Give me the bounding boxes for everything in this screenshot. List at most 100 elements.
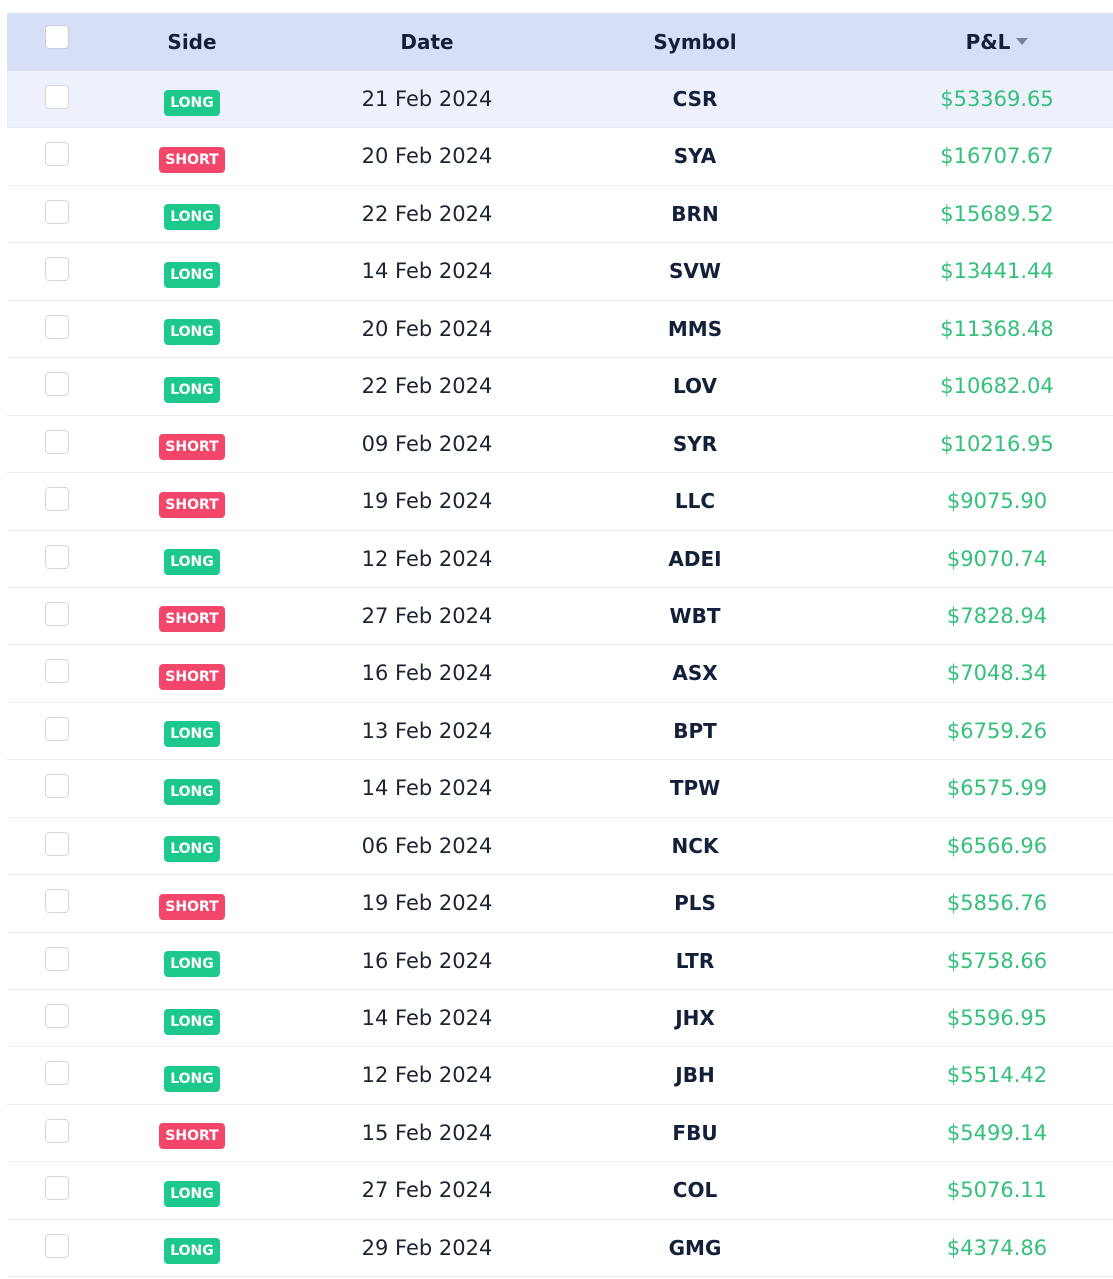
row-checkbox[interactable] bbox=[45, 85, 69, 109]
pnl-cell: $6566.96 bbox=[946, 833, 1048, 858]
table-row[interactable]: LONG 20 Feb 2024 MMS $11368.48 bbox=[7, 301, 1113, 359]
date-cell: 19 Feb 2024 bbox=[361, 489, 493, 514]
side-badge: LONG bbox=[164, 89, 220, 116]
table-row[interactable]: LONG 16 Feb 2024 LTR $5758.66 bbox=[7, 933, 1113, 990]
side-badge: LONG bbox=[164, 204, 220, 231]
date-cell: 09 Feb 2024 bbox=[361, 431, 493, 456]
column-header-pnl[interactable]: P&L bbox=[927, 13, 1067, 71]
pnl-cell: $7828.94 bbox=[946, 603, 1048, 628]
table-row[interactable]: LONG 14 Feb 2024 JHX $5596.95 bbox=[7, 990, 1113, 1048]
side-badge: LONG bbox=[164, 261, 220, 288]
side-cell: LONG bbox=[142, 71, 242, 128]
date-cell: 12 Feb 2024 bbox=[361, 1063, 493, 1088]
column-header-side[interactable]: Side bbox=[142, 13, 242, 71]
pnl-cell: $16707.67 bbox=[940, 144, 1054, 169]
date-cell: 20 Feb 2024 bbox=[361, 316, 493, 341]
symbol-cell: WBT bbox=[669, 603, 721, 628]
pnl-cell: $4374.86 bbox=[946, 1235, 1048, 1260]
symbol-cell: JBH bbox=[675, 1063, 715, 1088]
side-cell: LONG bbox=[142, 1220, 242, 1277]
symbol-cell: NCK bbox=[671, 833, 719, 858]
symbol-cell: LOV bbox=[673, 374, 717, 399]
pnl-cell: $15689.52 bbox=[940, 201, 1054, 226]
date-cell: 27 Feb 2024 bbox=[361, 603, 493, 628]
row-checkbox[interactable] bbox=[45, 314, 69, 339]
row-checkbox[interactable] bbox=[45, 1061, 69, 1086]
table-header: Side Date Symbol P&L bbox=[7, 13, 1113, 71]
row-checkbox[interactable] bbox=[45, 774, 69, 799]
table-body: LONG 21 Feb 2024 CSR $53369.65 SHORT 20 Feb 2… bbox=[7, 71, 1113, 1278]
symbol-cell: BPT bbox=[673, 718, 717, 743]
date-cell: 29 Feb 2024 bbox=[361, 1235, 493, 1260]
side-cell: LONG bbox=[142, 531, 242, 588]
row-checkbox[interactable] bbox=[45, 601, 69, 626]
side-badge: LONG bbox=[164, 721, 220, 748]
symbol-cell: ASX bbox=[672, 661, 718, 686]
side-cell: SHORT bbox=[142, 1105, 242, 1162]
side-badge: SHORT bbox=[159, 893, 225, 920]
pnl-cell: $5514.42 bbox=[946, 1063, 1048, 1088]
symbol-cell: PLS bbox=[674, 891, 716, 916]
row-checkbox[interactable] bbox=[45, 544, 69, 569]
column-header-symbol[interactable]: Symbol bbox=[615, 13, 775, 71]
row-checkbox[interactable] bbox=[45, 889, 69, 914]
row-checkbox[interactable] bbox=[45, 1176, 69, 1201]
date-cell: 15 Feb 2024 bbox=[361, 1120, 493, 1145]
table-row[interactable]: LONG 22 Feb 2024 LOV $10682.04 bbox=[7, 358, 1113, 416]
pnl-cell: $53369.65 bbox=[940, 87, 1054, 111]
symbol-cell: JHX bbox=[675, 1006, 715, 1030]
table-row[interactable]: SHORT 19 Feb 2024 PLS $5856.76 bbox=[7, 875, 1113, 933]
row-checkbox[interactable] bbox=[45, 199, 69, 224]
table-row[interactable]: LONG 21 Feb 2024 CSR $53369.65 bbox=[7, 71, 1113, 129]
table-row[interactable]: SHORT 20 Feb 2024 SYA $16707.67 bbox=[7, 128, 1113, 186]
side-cell: LONG bbox=[142, 990, 242, 1047]
row-checkbox[interactable] bbox=[45, 946, 69, 971]
row-checkbox[interactable] bbox=[45, 142, 69, 167]
table-row[interactable]: SHORT 09 Feb 2024 SYR $10216.95 bbox=[7, 416, 1113, 474]
symbol-cell: BRN bbox=[671, 201, 719, 226]
side-cell: SHORT bbox=[142, 473, 242, 530]
symbol-cell: ADEI bbox=[668, 546, 722, 571]
pnl-cell: $9075.90 bbox=[946, 489, 1048, 514]
side-cell: LONG bbox=[142, 301, 242, 358]
pnl-cell: $5499.14 bbox=[946, 1120, 1048, 1145]
row-checkbox[interactable] bbox=[45, 429, 69, 454]
column-header-date[interactable]: Date bbox=[377, 13, 477, 71]
pnl-cell: $5856.76 bbox=[946, 891, 1048, 916]
table-row[interactable]: LONG 27 Feb 2024 COL $5076.11 bbox=[7, 1162, 1113, 1220]
pnl-cell: $11368.48 bbox=[940, 316, 1054, 341]
table-row[interactable]: LONG 29 Feb 2024 GMG $4374.86 bbox=[7, 1220, 1113, 1278]
table-row[interactable]: LONG 14 Feb 2024 TPW $6575.99 bbox=[7, 760, 1113, 818]
pnl-cell: $10682.04 bbox=[940, 374, 1054, 399]
date-cell: 16 Feb 2024 bbox=[361, 948, 493, 973]
row-checkbox[interactable] bbox=[45, 1118, 69, 1143]
table-row[interactable]: LONG 12 Feb 2024 ADEI $9070.74 bbox=[7, 531, 1113, 588]
table-row[interactable]: LONG 06 Feb 2024 NCK $6566.96 bbox=[7, 818, 1113, 876]
side-cell: LONG bbox=[142, 358, 242, 415]
side-cell: SHORT bbox=[142, 645, 242, 702]
row-checkbox[interactable] bbox=[45, 716, 69, 741]
side-badge: SHORT bbox=[159, 146, 225, 173]
table-row[interactable]: SHORT 19 Feb 2024 LLC $9075.90 bbox=[7, 473, 1113, 531]
table-row[interactable]: SHORT 15 Feb 2024 FBU $5499.14 bbox=[7, 1105, 1113, 1163]
side-cell: LONG bbox=[142, 1162, 242, 1219]
table-row[interactable]: LONG 13 Feb 2024 BPT $6759.26 bbox=[7, 703, 1113, 761]
table-row[interactable]: LONG 14 Feb 2024 SVW $13441.44 bbox=[7, 243, 1113, 301]
row-checkbox[interactable] bbox=[45, 831, 69, 856]
table-row[interactable]: SHORT 16 Feb 2024 ASX $7048.34 bbox=[7, 645, 1113, 703]
row-checkbox[interactable] bbox=[45, 487, 69, 512]
row-checkbox[interactable] bbox=[45, 659, 69, 684]
pnl-cell: $5596.95 bbox=[946, 1006, 1048, 1030]
date-cell: 19 Feb 2024 bbox=[361, 891, 493, 916]
table-row[interactable]: LONG 22 Feb 2024 BRN $15689.52 bbox=[7, 186, 1113, 244]
side-badge: LONG bbox=[164, 376, 220, 403]
row-checkbox[interactable] bbox=[45, 1233, 69, 1258]
side-cell: SHORT bbox=[142, 128, 242, 185]
table-row[interactable]: SHORT 27 Feb 2024 WBT $7828.94 bbox=[7, 588, 1113, 646]
pnl-cell: $6759.26 bbox=[946, 718, 1048, 743]
row-checkbox[interactable] bbox=[45, 1004, 69, 1028]
table-row[interactable]: LONG 12 Feb 2024 JBH $5514.42 bbox=[7, 1047, 1113, 1105]
row-checkbox[interactable] bbox=[45, 372, 69, 397]
row-checkbox[interactable] bbox=[45, 257, 69, 282]
select-all-checkbox[interactable] bbox=[45, 25, 69, 49]
